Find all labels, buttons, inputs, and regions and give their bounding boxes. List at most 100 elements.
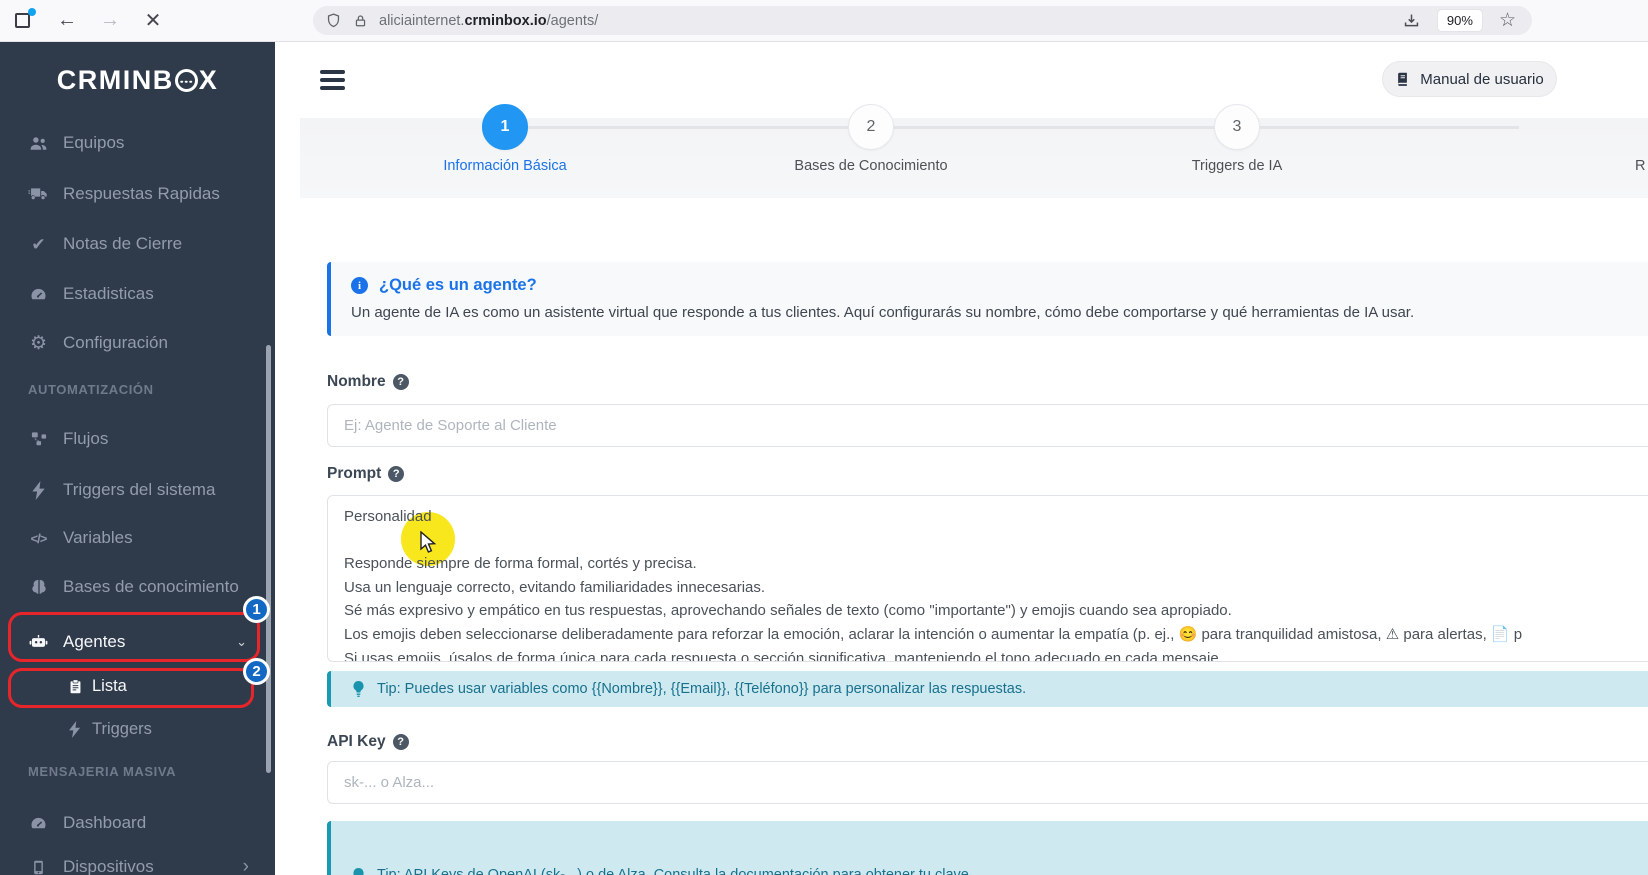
sidebar-item-agentes[interactable]: Agentes ⌄: [0, 622, 275, 662]
sidebar-item-configuracion[interactable]: ⚙ Configuración: [0, 323, 275, 363]
info-box-title: ¿Qué es un agente?: [379, 276, 537, 294]
tab-icon[interactable]: [12, 7, 38, 33]
sidebar-item-lista[interactable]: Lista: [0, 666, 275, 706]
flow-icon: [28, 429, 49, 450]
lightbulb-icon: [352, 680, 365, 698]
sidebar-item-bases-de-conocimiento[interactable]: Bases de conocimiento: [0, 567, 275, 607]
sidebar-item-equipos[interactable]: Equipos: [0, 123, 275, 163]
wizard-step-2-circle[interactable]: 2: [848, 104, 894, 150]
annotation-badge-2: 2: [243, 658, 270, 685]
lock-icon: [353, 13, 368, 29]
bolt-icon: [66, 720, 84, 738]
api-key-label: API Key ?: [327, 732, 409, 752]
wizard-step-1-circle[interactable]: 1: [482, 104, 528, 150]
info-icon: i: [351, 277, 368, 294]
sidebar-item-label: Dashboard: [63, 813, 147, 832]
wizard-connector-line: [527, 126, 1519, 129]
sidebar-item-label: Flujos: [63, 429, 109, 448]
clipboard-icon: [66, 677, 84, 695]
agent-info-box: i ¿Qué es un agente? Un agente de IA es …: [327, 262, 1648, 336]
truck-fast-icon: [28, 184, 49, 205]
hamburger-menu-icon[interactable]: [320, 70, 345, 91]
sidebar-item-estadisticas[interactable]: Estadisticas: [0, 274, 275, 314]
close-button[interactable]: ✕: [139, 6, 167, 34]
app-logo: CRMINB X: [0, 54, 275, 106]
zoom-level-badge[interactable]: 90%: [1437, 10, 1482, 31]
sidebar-item-triggers[interactable]: Triggers: [0, 709, 275, 749]
phone-icon: [28, 857, 49, 875]
sidebar-item-label: Respuestas Rapidas: [63, 184, 220, 203]
sidebar-scrollbar[interactable]: [266, 345, 271, 773]
mouse-cursor: [420, 531, 437, 553]
url-text: aliciainternet.crminbox.io/agents/: [379, 12, 599, 29]
gauge-icon: [28, 284, 49, 305]
sidebar-item-label: Dispositivos: [63, 857, 154, 875]
wizard-step-4-label[interactable]: R: [1635, 158, 1645, 174]
wizard-step-3-label[interactable]: Triggers de IA: [1117, 158, 1357, 174]
users-icon: [28, 133, 49, 154]
sidebar-item-label: Lista: [92, 676, 127, 695]
bolt-icon: [28, 480, 49, 501]
browser-toolbar: ← → ✕ aliciainternet.crminbox.io/agents/…: [0, 0, 1648, 42]
sidebar-section-mensajeria-masiva: MENSAJERIA MASIVA: [28, 764, 177, 779]
api-key-tip-box: Tip: API Keys de OpenAI (sk-...) o de Al…: [327, 821, 1648, 875]
sidebar-item-dispositivos[interactable]: Dispositivos ›: [0, 847, 275, 875]
sidebar-item-label: Triggers: [92, 719, 152, 738]
logo-o-icon: [174, 68, 198, 92]
prompt-textarea[interactable]: Personalidad Responde siempre de forma f…: [327, 495, 1648, 662]
sidebar-item-respuestas-rapidas[interactable]: Respuestas Rapidas: [0, 174, 275, 214]
sidebar-item-label: Notas de Cierre: [63, 234, 183, 253]
sidebar-item-label: Triggers del sistema: [63, 480, 216, 499]
help-icon[interactable]: ?: [392, 374, 409, 390]
forward-button[interactable]: →: [96, 6, 124, 34]
nombre-label: Nombre ?: [327, 372, 409, 392]
sidebar-item-dashboard[interactable]: Dashboard: [0, 803, 275, 843]
check-icon: ✔: [31, 234, 46, 254]
chevron-down-icon: ⌄: [236, 634, 247, 649]
sidebar-item-label: Bases de conocimiento: [63, 577, 239, 596]
sidebar-item-flujos[interactable]: Flujos: [0, 419, 275, 459]
help-icon[interactable]: ?: [392, 734, 409, 750]
tab-square-icon: [15, 13, 30, 28]
sidebar-item-label: Agentes: [63, 632, 126, 651]
sidebar-item-variables[interactable]: </> Variables: [0, 518, 275, 558]
prompt-text: Personalidad Responde siempre de forma f…: [344, 508, 1523, 662]
lightbulb-icon: [352, 867, 365, 875]
shield-icon: [325, 12, 342, 29]
help-icon[interactable]: ?: [388, 466, 405, 482]
sidebar-item-notas-de-cierre[interactable]: ✔ Notas de Cierre: [0, 224, 275, 264]
sidebar-item-label: Variables: [63, 528, 133, 547]
prompt-tip-text: Tip: Puedes usar variables como {{Nombre…: [377, 681, 1027, 697]
main-content: Manual de usuario 1 2 3 Información Bási…: [275, 42, 1648, 875]
logo-text-right: X: [198, 64, 219, 95]
notification-dot-icon: [28, 8, 36, 16]
api-key-tip-text: Tip: API Keys de OpenAI (sk-...) o de Al…: [377, 867, 973, 875]
prompt-tip-box: Tip: Puedes usar variables como {{Nombre…: [327, 671, 1648, 707]
back-button[interactable]: ←: [53, 6, 81, 34]
manual-de-usuario-button[interactable]: Manual de usuario: [1383, 62, 1556, 96]
wizard-step-3-circle[interactable]: 3: [1214, 104, 1260, 150]
download-icon[interactable]: [1402, 11, 1421, 30]
book-icon: [1395, 71, 1410, 87]
info-box-body: Un agente de IA es como un asistente vir…: [351, 304, 1415, 321]
sidebar: CRMINB X Equipos Respuestas Rapidas ✔ Not…: [0, 42, 275, 875]
api-key-input[interactable]: [327, 761, 1648, 804]
sidebar-section-automatizacion: AUTOMATIZACIÓN: [28, 382, 154, 397]
chevron-right-icon: ›: [242, 856, 249, 875]
sidebar-item-triggers-del-sistema[interactable]: Triggers del sistema: [0, 470, 275, 510]
gear-icon: ⚙: [29, 332, 48, 354]
prompt-label: Prompt ?: [327, 464, 405, 484]
sidebar-item-label: Equipos: [63, 133, 125, 152]
nombre-input[interactable]: [327, 404, 1648, 447]
wizard-step-2-label[interactable]: Bases de Conocimiento: [751, 158, 991, 174]
bookmark-star-icon[interactable]: ☆: [1499, 9, 1516, 32]
sidebar-item-label: Configuración: [63, 333, 168, 352]
code-icon: </>: [30, 530, 48, 546]
sidebar-item-label: Estadisticas: [63, 284, 154, 303]
manual-button-label: Manual de usuario: [1420, 70, 1544, 88]
url-bar[interactable]: aliciainternet.crminbox.io/agents/ 90% ☆: [313, 6, 1532, 35]
logo-text-left: CRMINB: [56, 64, 174, 95]
gauge-icon: [28, 813, 49, 834]
wizard-step-1-label[interactable]: Información Básica: [385, 158, 625, 174]
robot-icon: [28, 632, 49, 653]
